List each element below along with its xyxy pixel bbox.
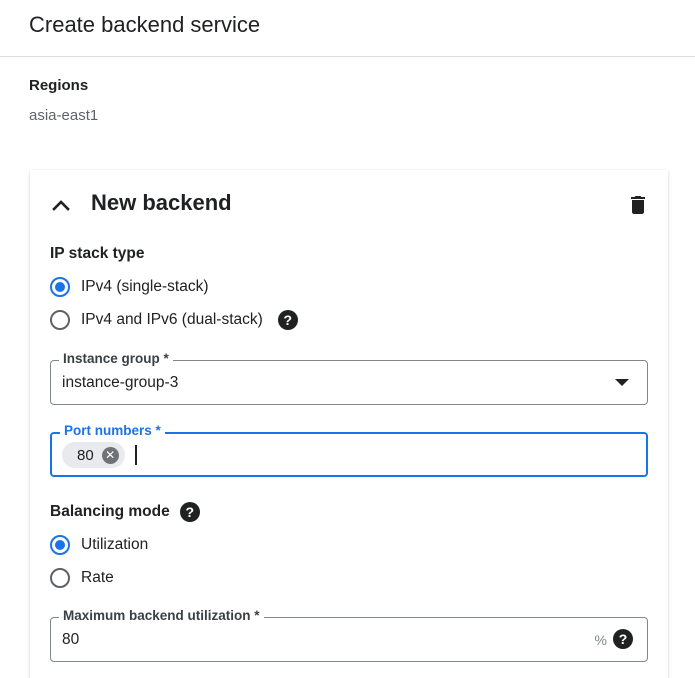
text-cursor [135, 445, 137, 465]
radio-button[interactable] [50, 568, 70, 588]
max-utilization-value[interactable]: 80 [62, 631, 79, 649]
help-icon[interactable]: ? [613, 629, 633, 649]
balancing-mode-row: Balancing mode ? [50, 502, 200, 522]
radio-label: Rate [81, 569, 114, 586]
instance-group-label: Instance group * [59, 351, 173, 367]
instance-group-value: instance-group-3 [62, 374, 179, 391]
ip-stack-type-label: IP stack type [50, 245, 145, 262]
port-chip: 80 ✕ [62, 442, 125, 468]
radio-label: IPv4 and IPv6 (dual-stack) [81, 311, 263, 328]
radio-rate[interactable]: Rate [50, 567, 114, 589]
regions-value: asia-east1 [29, 107, 99, 124]
radio-button-checked[interactable] [50, 277, 70, 297]
radio-utilization[interactable]: Utilization [50, 534, 148, 556]
help-icon[interactable]: ? [179, 502, 200, 522]
port-numbers-input[interactable]: Port numbers * 80 ✕ [50, 423, 648, 477]
radio-button[interactable] [50, 310, 70, 330]
radio-ipv4-ipv6-dual-stack[interactable]: IPv4 and IPv6 (dual-stack) ? [50, 309, 298, 331]
radio-button-checked[interactable] [50, 535, 70, 555]
port-numbers-label: Port numbers * [60, 423, 165, 439]
percent-suffix: % [594, 632, 607, 648]
radio-label: Utilization [81, 536, 149, 553]
chip-remove-icon[interactable]: ✕ [101, 446, 119, 464]
radio-ipv4-single-stack[interactable]: IPv4 (single-stack) [50, 276, 208, 298]
page-header: Create backend service [0, 0, 695, 57]
regions-label: Regions [29, 77, 89, 94]
page-title: Create backend service [29, 12, 261, 37]
help-icon[interactable]: ? [277, 310, 298, 330]
dropdown-arrow-icon[interactable] [615, 379, 629, 386]
instance-group-select[interactable]: Instance group * instance-group-3 [50, 351, 648, 405]
port-chip-text: 80 [77, 446, 94, 464]
max-utilization-label: Maximum backend utilization * [59, 608, 264, 624]
balancing-mode-label: Balancing mode [50, 503, 170, 520]
max-utilization-input[interactable]: Maximum backend utilization * 80 % ? [50, 608, 648, 662]
backend-title: New backend [91, 190, 232, 215]
chevron-up-icon[interactable] [49, 194, 73, 218]
trash-icon[interactable] [626, 193, 650, 217]
radio-label: IPv4 (single-stack) [81, 278, 209, 295]
